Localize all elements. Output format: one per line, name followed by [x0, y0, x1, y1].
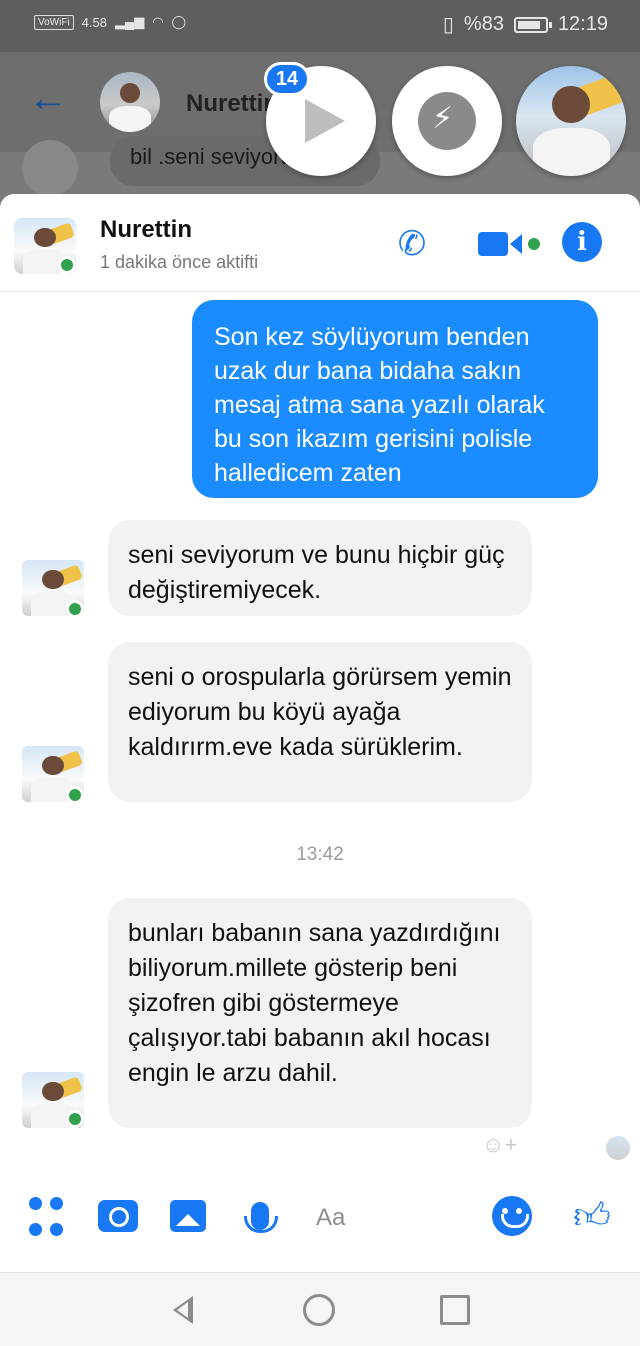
camera-shape [98, 1200, 138, 1232]
contact-chat-head[interactable] [516, 66, 626, 176]
gallery-icon[interactable] [168, 1194, 208, 1238]
system-nav-bar [0, 1272, 640, 1346]
vowifi-badge: VoWiFi [34, 14, 74, 30]
contact-name[interactable]: Nurettin [100, 216, 192, 244]
chat-header: Nurettin 1 dakika önce aktifti ✆ i [0, 194, 640, 292]
status-left: VoWiFi 4.58 ▂▄▆ ◠ ◯ [34, 14, 186, 30]
online-indicator [66, 1110, 84, 1128]
emoji-face [492, 1196, 532, 1236]
play-icon [305, 99, 345, 143]
avatar-figure [100, 72, 160, 132]
message-input[interactable]: Aa [300, 1198, 470, 1238]
camera-online-dot [528, 238, 540, 250]
message-timestamp: 13:42 [296, 844, 344, 865]
clock: 12:19 [557, 13, 608, 35]
microphone-icon[interactable] [240, 1194, 280, 1238]
unread-badge: 14 [264, 62, 310, 96]
chat-panel: Nurettin 1 dakika önce aktifti ✆ i Son k… [0, 194, 640, 1272]
camera-icon[interactable] [96, 1194, 140, 1238]
signal-icon: ▂▄▆ [114, 14, 145, 29]
whatsapp-icon: ◯ [171, 14, 187, 29]
incoming-message[interactable]: seni seviyorum ve bunu hiçbir güç değişt… [108, 520, 532, 616]
camera-body [478, 232, 508, 256]
phone-icon[interactable]: ✆ [390, 224, 434, 264]
battery-icon [513, 16, 552, 33]
online-indicator [66, 786, 84, 804]
online-indicator [66, 600, 84, 618]
nav-back-icon[interactable] [166, 1293, 200, 1327]
gallery-shape [170, 1200, 206, 1232]
background-contact-name: Nurettin [186, 90, 278, 117]
incoming-message[interactable]: seni o orospularla görürsem yemin ediyor… [108, 642, 532, 802]
status-right: ▯ %83 12:19 [443, 12, 608, 37]
composer-bar: Aa 👍︎ [0, 1184, 640, 1254]
info-icon[interactable]: i [562, 222, 602, 262]
background-message-avatar [22, 140, 78, 196]
background-avatar [100, 72, 160, 132]
wifi-icon: ◠ [152, 14, 164, 29]
camera-lens [510, 234, 522, 254]
seen-indicator-avatar [606, 1136, 630, 1160]
messenger-icon [418, 92, 476, 150]
network-speed: 4.58 [81, 14, 107, 30]
battery-percent: %83 [463, 13, 504, 35]
outgoing-message[interactable]: Son kez söylüyorum benden uzak dur bana … [192, 300, 598, 498]
apps-grid-icon[interactable] [28, 1194, 64, 1238]
contact-status: 1 dakika önce aktifti [100, 252, 259, 272]
nav-home-icon[interactable] [302, 1293, 336, 1327]
video-camera-icon[interactable] [474, 224, 544, 264]
back-arrow-icon[interactable]: ← [28, 78, 68, 118]
thumbs-up-icon[interactable]: 👍︎ [570, 1194, 614, 1238]
messenger-chat-head[interactable] [392, 66, 502, 176]
microphone-shape [244, 1202, 278, 1233]
vibrate-icon: ▯ [442, 14, 454, 36]
add-reaction-icon[interactable]: ☺+ [482, 1132, 517, 1158]
nav-recents-icon[interactable] [438, 1293, 472, 1327]
online-indicator [58, 256, 76, 274]
incoming-message[interactable]: bunları babanın sana yazdırdığını biliyo… [108, 898, 532, 1128]
status-bar: VoWiFi 4.58 ▂▄▆ ◠ ◯ ▯ %83 12:19 [0, 0, 640, 52]
emoji-icon[interactable] [490, 1194, 534, 1238]
avatar-figure [516, 66, 626, 176]
